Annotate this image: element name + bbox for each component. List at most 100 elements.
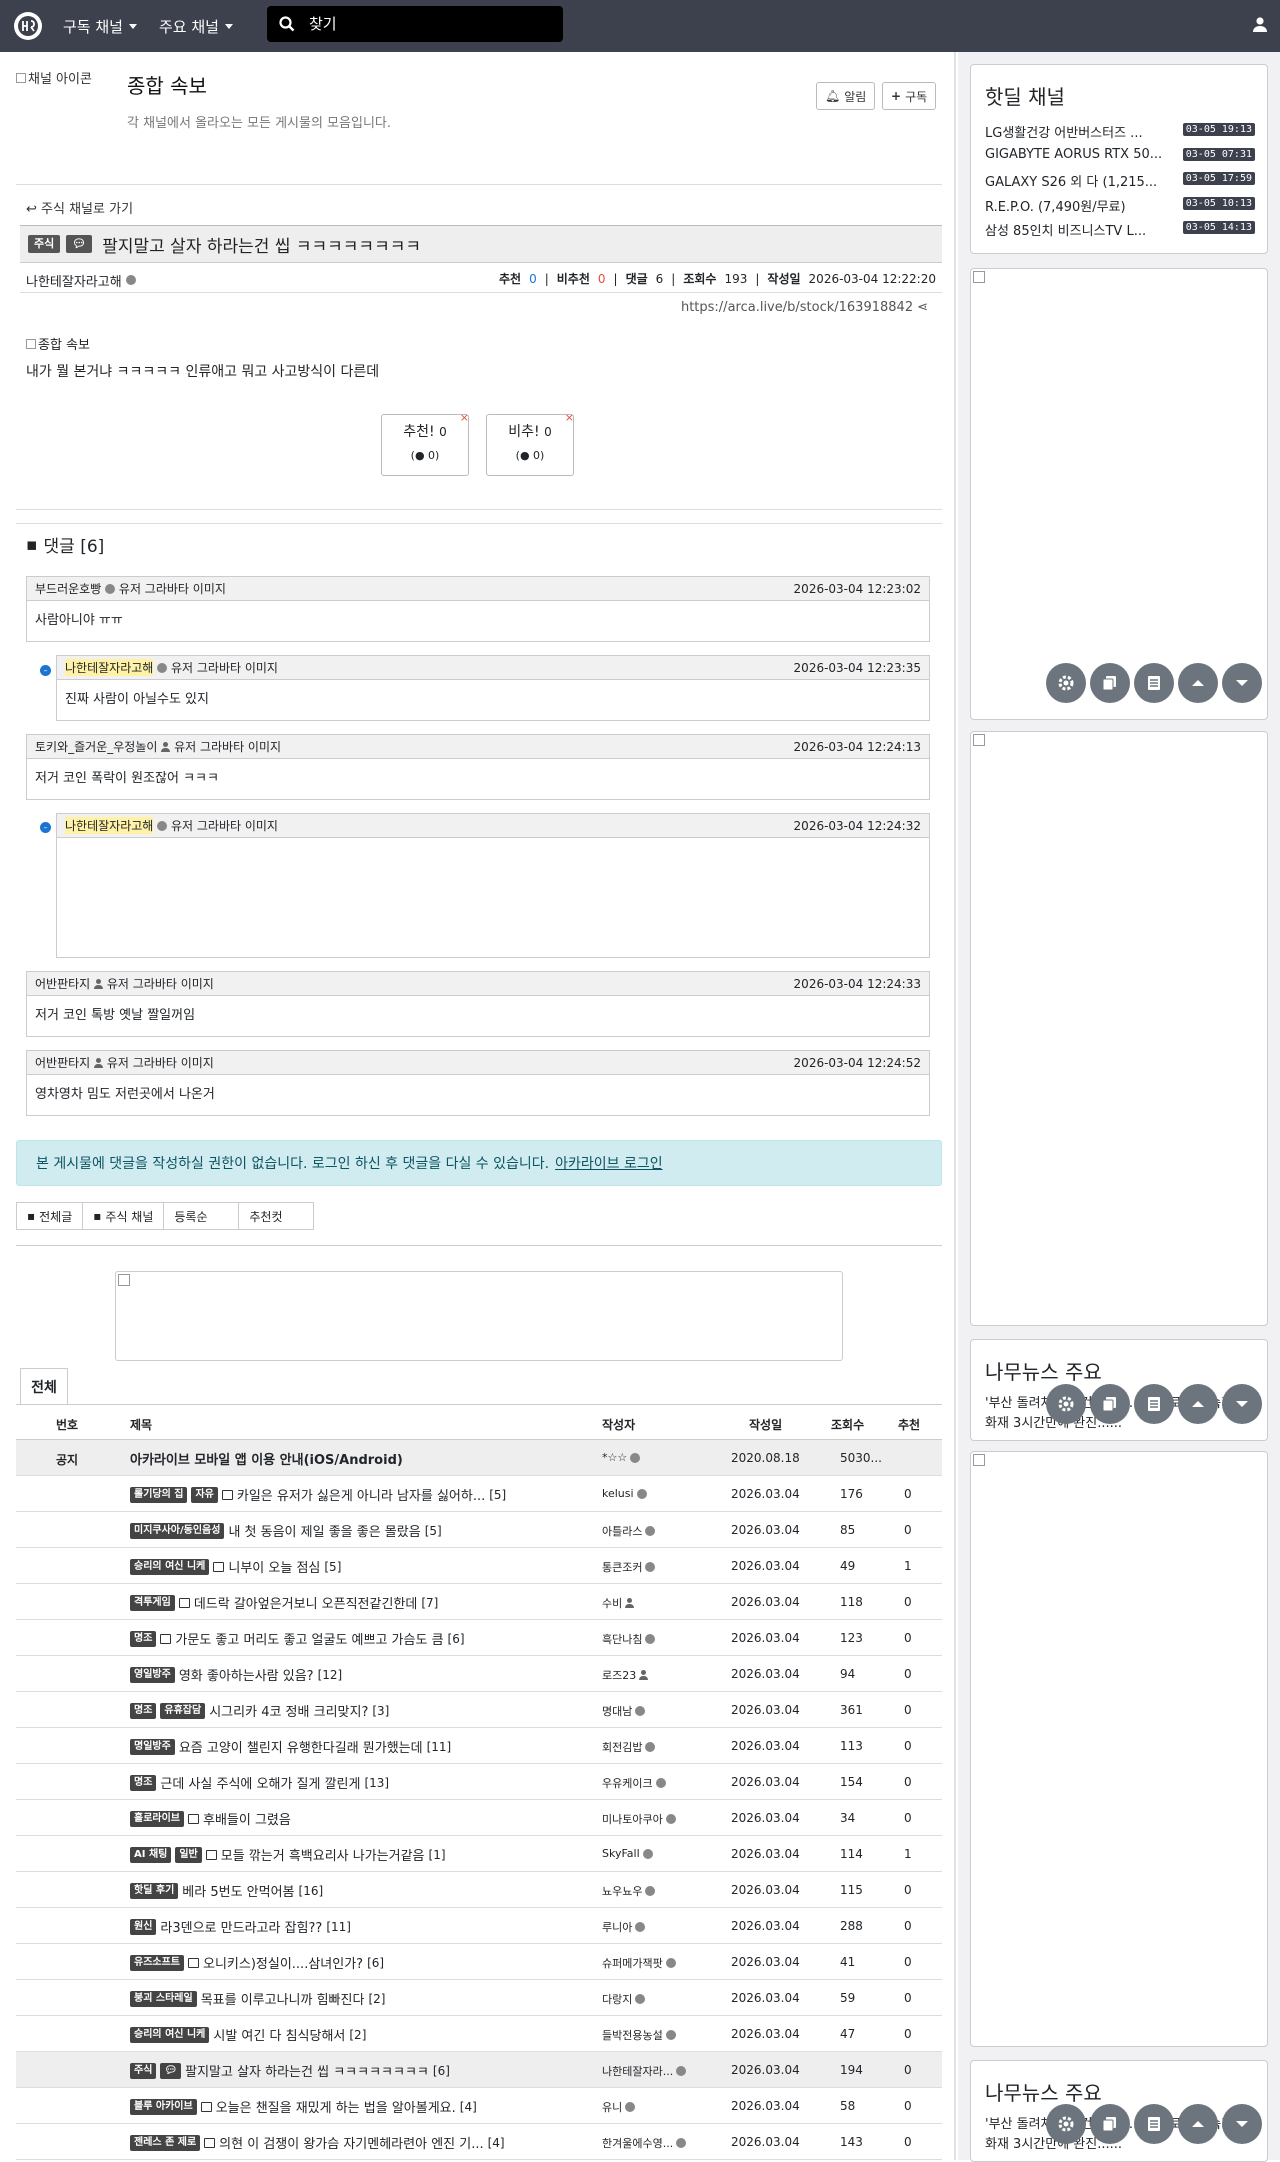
tab-all-posts[interactable]: ▪︎ 전체글 [16,1202,84,1230]
category-badge[interactable]: 주식 [130,2062,157,2079]
hotdeal-item[interactable]: 삼성 85인치 비즈니스TV L... 03-05 14:13 [985,220,1255,239]
ad-sidebar-2[interactable] [970,731,1268,1326]
vote-down-button[interactable]: × 비추! 0 (● 0) [486,411,574,476]
comment-author[interactable]: 부드러운호빵 [35,580,101,597]
row-title[interactable]: 영화 좋아하는사람 있음? [179,1665,314,1684]
row-author-wrap[interactable]: 한겨울에수영... [602,2135,692,2151]
row-title[interactable]: 니부이 오늘 점심 [228,1557,320,1576]
row-author-wrap[interactable]: 통큰조커 [602,1559,692,1575]
tab-channel[interactable]: ▪︎ 주식 채널 [82,1202,165,1230]
row-author[interactable]: *☆☆ [602,1451,627,1464]
table-row[interactable]: 명조 유휴잡담 시그리카 4코 정배 크리맞지? [3] 명대남 2026.03.04 36… [16,1692,942,1728]
row-title-wrap[interactable]: 명조 유휴잡담 시그리카 4코 정배 크리맞지? [3] [130,1701,600,1720]
subscribed-channels-dropdown[interactable]: 구독 채널 [63,16,137,37]
comment-author[interactable]: 나한테잘자라고해 [65,817,154,834]
row-author[interactable]: 유니 [602,2099,622,2115]
tab-order[interactable]: 등록순 [163,1202,240,1230]
row-title[interactable]: 라3덴으로 만드라고라 잡힘?? [160,1917,322,1936]
row-title[interactable]: 목표를 이루고나니까 힘빠진다 [201,1989,365,2008]
row-author-wrap[interactable]: 루니아 [602,1919,692,1935]
row-title[interactable]: 시그리카 4코 정배 크리맞지? [209,1701,368,1720]
row-title-wrap[interactable]: 블루 아카이브 오늘은 챈질을 재밌게 하는 법을 알아볼게요. [4] [130,2097,600,2116]
notify-button[interactable]: 🔔︎ 알림 [816,82,876,110]
row-title-wrap[interactable]: 명조 근데 사실 주식에 오해가 질게 깔린게 [13] [130,1773,600,1792]
main-channels-dropdown[interactable]: 주요 채널 [159,16,233,37]
scroll-bottom-button[interactable] [1222,663,1262,703]
settings-button[interactable] [1046,663,1086,703]
list-button[interactable] [1134,2104,1174,2144]
row-author[interactable]: 흑단나침 [602,1631,642,1647]
row-author-wrap[interactable]: 미나토아쿠아 [602,1811,692,1827]
row-title-wrap[interactable]: 홀로라이브 후배들이 그렸음 [130,1809,600,1828]
copy-button[interactable] [1090,2104,1130,2144]
row-author[interactable]: 한겨울에수영... [602,2135,673,2151]
search-icon[interactable] [279,16,295,32]
back-to-channel-link[interactable]: ↩ 주식 채널로 가기 [26,198,133,217]
table-row[interactable]: 공지 아카라이브 모바일 앱 이용 안내(iOS/Android) *☆☆ 2020.… [16,1440,942,1476]
scroll-top-button[interactable] [1178,1384,1218,1424]
row-title[interactable]: 후배들이 그렸음 [203,1809,291,1828]
table-row[interactable]: 영일방주 영화 좋아하는사람 있음? [12] 로즈23 2026.03.04 94 0 [16,1656,942,1692]
row-author[interactable]: 명대남 [602,1703,632,1719]
category-badge[interactable]: 격투게임 [130,1594,175,1611]
category-badge[interactable]: 붕괴 스타레일 [130,1990,197,2007]
table-row[interactable]: 홀로라이브 후배들이 그렸음 미나토아쿠아 2026.03.04 34 0 [16,1800,942,1836]
row-author[interactable]: 다랑지 [602,1991,632,2007]
tab-best[interactable]: 추천컷 [238,1202,315,1230]
table-row[interactable]: AI 채팅 일반 모들 깎는거 흑백요리사 나가는거같음 [1] SkyFall 2026… [16,1836,942,1872]
row-author[interactable]: 들박전용농설 [602,2027,663,2043]
table-row[interactable]: 명일방주 요즘 고양이 챌린지 유행한다길래 뭔가했는데 [11] 회전김밥 2026.… [16,1728,942,1764]
hotdeal-text[interactable]: 삼성 85인치 비즈니스TV L... [985,220,1171,239]
category-badge[interactable]: 명조 [130,1702,157,1719]
row-author-wrap[interactable]: 뇨우뇨우 [602,1883,692,1899]
scroll-bottom-button[interactable] [1222,2104,1262,2144]
row-title-wrap[interactable]: AI 채팅 일반 모들 깎는거 흑백요리사 나가는거같음 [1] [130,1845,600,1864]
row-title[interactable]: 팔지말고 살자 하라는건 씹 ㅋㅋㅋㅋㅋㅋㅋㅋ [185,2061,429,2080]
row-title[interactable]: 데드락 갈아엎은거보니 오픈직전같긴한데 [194,1593,418,1612]
news-title[interactable]: 나무뉴스 주요 [985,2077,1102,2106]
row-author[interactable]: 수비 [602,1595,622,1611]
row-title-wrap[interactable]: 원신 라3덴으로 만드라고라 잡힘?? [11] [130,1917,600,1936]
row-author[interactable]: kelusi [602,1487,634,1500]
row-author-wrap[interactable]: kelusi [602,1487,692,1500]
row-title[interactable]: 아카라이브 모바일 앱 이용 안내(iOS/Android) [130,1449,403,1468]
site-logo[interactable] [14,12,42,40]
category-badge[interactable]: 홀로라이브 [130,1810,184,1827]
category-badge[interactable]: AI 채팅 [130,1846,172,1863]
comment-author[interactable]: 어반판타지 [35,1054,90,1071]
category-badge[interactable]: 롤기당의 집 [130,1486,188,1503]
row-author[interactable]: SkyFall [602,1847,640,1860]
settings-button[interactable] [1046,2104,1086,2144]
row-title-wrap[interactable]: 승리의 여신 니케 니부이 오늘 점심 [5] [130,1557,600,1576]
row-title-wrap[interactable]: 젠레스 존 제로 의현 이 검쟁이 왕가슴 자기멘헤라련아 엔진 기... [4] [130,2133,600,2152]
row-author-wrap[interactable]: 회전김밥 [602,1739,692,1755]
table-row[interactable]: 주식 💬︎ 팔지말고 살자 하라는건 씹 ㅋㅋㅋㅋㅋㅋㅋㅋ [6] 나한테잘자라... 2… [16,2052,942,2088]
row-author-wrap[interactable]: 명대남 [602,1703,692,1719]
row-title-wrap[interactable]: 명조 가문도 좋고 머리도 좋고 얼굴도 예쁘고 가슴도 큼 [6] [130,1629,600,1648]
row-author-wrap[interactable]: 들박전용농설 [602,2027,692,2043]
scroll-top-button[interactable] [1178,2104,1218,2144]
row-title-wrap[interactable]: 롤기당의 집 자유 카일은 유저가 싫은게 아니라 남자를 싫어하... [5] [130,1485,600,1504]
row-title[interactable]: 시발 여긴 다 침식당해서 [213,2025,345,2044]
ad-banner[interactable] [115,1271,843,1361]
subscribe-button[interactable]: + 구독 [882,82,937,110]
post-author[interactable]: 나한테잘자라고해 [26,271,122,290]
row-author[interactable]: 슈퍼메가잭팟 [602,1955,663,1971]
category-badge[interactable]: 원신 [130,1918,157,1935]
row-author-wrap[interactable]: SkyFall [602,1847,692,1860]
row-author-wrap[interactable]: 아틀라스 [602,1523,692,1539]
category-badge[interactable]: 미지쿠사아/동인음성 [130,1522,225,1539]
category-badge[interactable]: 승리의 여신 니케 [130,2026,210,2043]
row-title[interactable]: 근데 사실 주식에 오해가 질게 깔린게 [160,1773,360,1792]
table-row[interactable]: 붕괴 스타레일 목표를 이루고나니까 힘빠진다 [2] 다랑지 2026.03.04 59… [16,1980,942,2016]
row-author-wrap[interactable]: 흑단나침 [602,1631,692,1647]
row-title[interactable]: 모들 깎는거 흑백요리사 나가는거같음 [221,1845,425,1864]
post-url[interactable]: https://arca.live/b/stock/163918842 ⋖ [681,300,928,315]
row-author-wrap[interactable]: 다랑지 [602,1991,692,2007]
list-button[interactable] [1134,663,1174,703]
row-title-wrap[interactable]: 핫딜 후기 베라 5번도 안먹어봄 [16] [130,1881,600,1900]
hotdeal-text[interactable]: GIGABYTE AORUS RTX 50... [985,147,1171,162]
hotdeal-text[interactable]: LG생활건강 어반버스터즈 ... [985,122,1171,141]
copy-button[interactable] [1090,1384,1130,1424]
post-url-text[interactable]: https://arca.live/b/stock/163918842 [681,300,913,315]
